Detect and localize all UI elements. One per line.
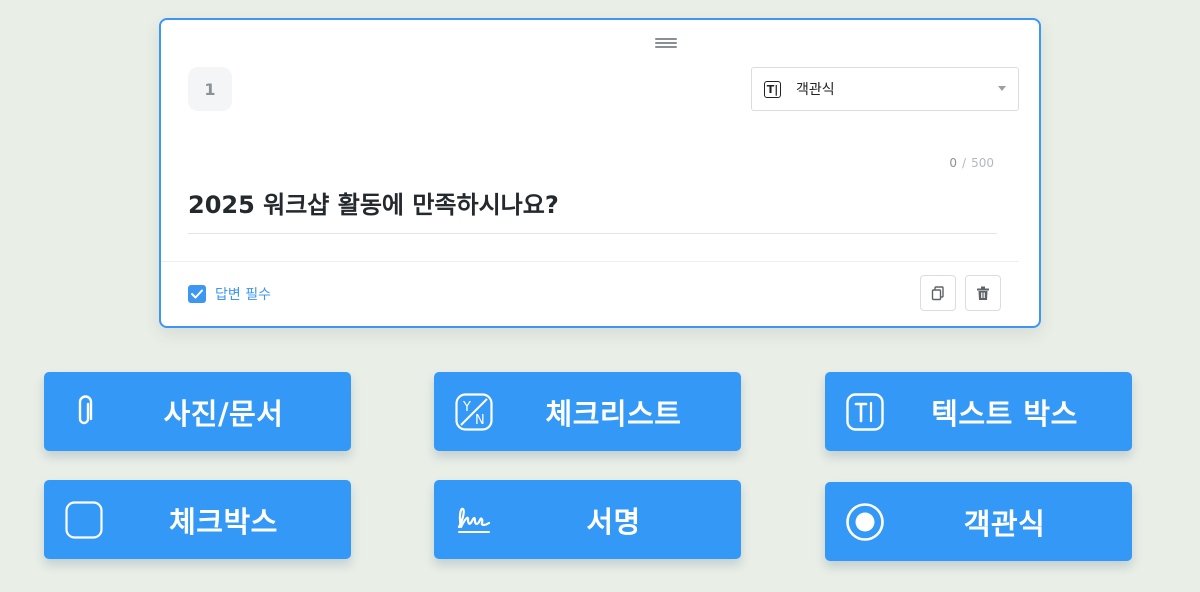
question-number: 1 [188,67,232,111]
question-underline [188,233,997,234]
checklist-label: 체크리스트 [545,396,682,431]
square-icon [64,500,104,540]
drag-handle-icon[interactable] [655,38,677,48]
checkbox-button[interactable]: 체크박스 [44,480,351,559]
char-count-separator: / [962,156,967,170]
required-checkbox[interactable] [188,285,206,303]
yes-no-icon: Y N [454,392,494,432]
signature-label: 서명 [586,504,641,539]
signature-button[interactable]: 서명 [434,480,741,559]
checkbox-label: 체크박스 [169,504,278,539]
question-type-value: 객관식 [796,82,835,98]
radio-icon [845,502,885,542]
svg-text:N: N [475,413,485,428]
paperclip-icon [64,392,104,432]
question-type-select[interactable]: T| 객관식 [751,67,1019,111]
check-icon [191,289,203,299]
delete-button[interactable] [965,275,1001,311]
checklist-button[interactable]: Y N 체크리스트 [434,372,741,451]
char-counter: 0 / 500 [949,156,994,170]
question-text-input[interactable]: 2025 워크샵 활동에 만족하시나요? [188,185,559,220]
text-box-label: 텍스트 박스 [931,396,1078,431]
required-label: 답변 필수 [215,287,271,303]
copy-icon [931,286,944,301]
svg-text:Y: Y [462,400,471,415]
question-card: 1 T| 객관식 0 / 500 2025 워크샵 활동에 만족하시나요? 답변 필… [159,18,1041,328]
photo-document-label: 사진/문서 [163,396,284,431]
char-count-max: 500 [971,156,994,170]
required-toggle[interactable]: 답변 필수 [188,284,271,304]
trash-icon [977,286,989,300]
multiple-choice-button[interactable]: 객관식 [825,482,1132,561]
chevron-down-icon [998,86,1006,91]
multiple-choice-label: 객관식 [963,506,1046,541]
text-box-icon: T| [764,80,781,98]
char-count-current: 0 [949,156,958,170]
copy-button[interactable] [920,275,956,311]
text-box-icon [845,392,885,432]
photo-document-button[interactable]: 사진/문서 [44,372,351,451]
text-box-button[interactable]: 텍스트 박스 [825,372,1132,451]
signature-icon [454,500,494,540]
card-divider [161,261,1019,262]
